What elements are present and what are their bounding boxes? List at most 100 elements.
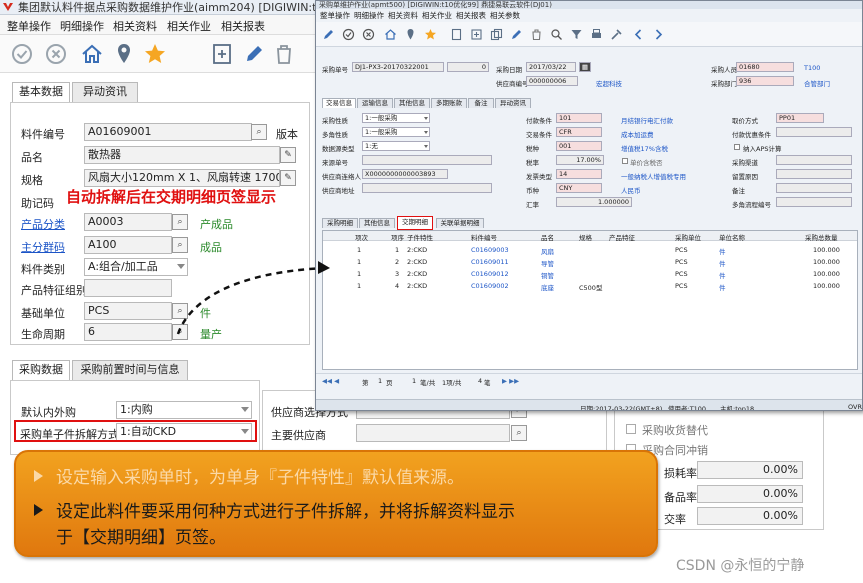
- cancel-icon[interactable]: [44, 42, 68, 66]
- search-icon[interactable]: [550, 28, 563, 41]
- cancel-icon[interactable]: [362, 28, 375, 41]
- group-field[interactable]: A100: [84, 236, 172, 254]
- edit-icon[interactable]: [242, 42, 266, 66]
- po-currency-field[interactable]: CNY: [556, 183, 602, 193]
- pin-icon[interactable]: [112, 42, 136, 66]
- po-hold-field[interactable]: [776, 169, 852, 179]
- po-source-type-select[interactable]: 1:无: [362, 141, 430, 151]
- tab-change-info[interactable]: 异动资讯: [72, 82, 138, 102]
- po-multi-select[interactable]: 1:一般采购: [362, 127, 430, 137]
- delete-icon[interactable]: [272, 42, 296, 66]
- item-no-lookup-icon[interactable]: ⌕: [251, 124, 267, 140]
- edit-icon[interactable]: [510, 28, 523, 41]
- pin-icon[interactable]: [404, 28, 417, 41]
- filter-icon[interactable]: [570, 28, 583, 41]
- category-lookup-icon[interactable]: ⌕: [172, 214, 188, 230]
- unit-lookup-icon[interactable]: ⌕: [172, 303, 188, 319]
- po-seq-field[interactable]: 0: [447, 62, 489, 72]
- po-menu-item[interactable]: 相关参数: [490, 10, 520, 21]
- tab-basic-data[interactable]: 基本数据: [12, 82, 70, 103]
- delete-icon[interactable]: [530, 28, 543, 41]
- home-icon[interactable]: [384, 28, 397, 41]
- po-tab-multi-period[interactable]: 多期账款: [431, 98, 467, 108]
- home-icon[interactable]: [80, 42, 104, 66]
- po-exchange-field[interactable]: 1.000000: [556, 197, 632, 207]
- po-menu-item[interactable]: 整单操作: [320, 10, 350, 21]
- tab-purchase-lead-time[interactable]: 采购前置时间与信息: [72, 360, 188, 380]
- po-tab-change[interactable]: 异动资讯: [495, 98, 531, 108]
- tools-icon[interactable]: [610, 28, 623, 41]
- add-icon[interactable]: [210, 42, 234, 66]
- po-date-field[interactable]: 2017/03/22: [526, 62, 576, 72]
- menu-item-related-jobs[interactable]: 相关作业: [167, 18, 211, 34]
- po-invoice-field[interactable]: 14: [556, 169, 602, 179]
- po-contact-field[interactable]: X0000000000003893: [362, 169, 448, 179]
- category-label[interactable]: 产品分类: [21, 216, 65, 232]
- table-row[interactable]: 1 1 2:CKD C01609003 风扇 PCS 件 100.000: [323, 244, 857, 256]
- category-field[interactable]: A0003: [84, 213, 172, 231]
- po-nature-select[interactable]: 1:一般采购: [362, 113, 430, 123]
- po-tax-field[interactable]: 001: [556, 141, 602, 151]
- edit-icon[interactable]: [322, 28, 335, 41]
- table-row[interactable]: 1 2 2:CKD C01609011 导管 PCS 件 100.000: [323, 256, 857, 268]
- po-supplier-field[interactable]: 000000006: [526, 76, 578, 86]
- po-tax-rate-field[interactable]: 17.00%: [556, 155, 604, 165]
- next-icon[interactable]: [652, 28, 665, 41]
- tab-purchase-data[interactable]: 采购数据: [12, 360, 70, 381]
- po-multi-flow-field[interactable]: [776, 197, 852, 207]
- name-translate-icon[interactable]: ✎: [280, 147, 296, 163]
- unit-field[interactable]: PCS: [84, 302, 172, 320]
- po-tab-transport[interactable]: 运输信息: [357, 98, 393, 108]
- group-label[interactable]: 主分群码: [21, 239, 65, 255]
- check-icon[interactable]: [10, 42, 34, 66]
- spec-field[interactable]: 风扇大小120mm X 1、风扇转速 1700rpm: [84, 169, 280, 187]
- menu-item-related-reports[interactable]: 相关报表: [221, 18, 265, 34]
- delivery-rate-field[interactable]: 0.00%: [697, 507, 803, 525]
- first-page-icon[interactable]: ◀◀ ◀: [322, 377, 339, 385]
- loss-rate-field[interactable]: 0.00%: [697, 461, 803, 479]
- po-tab-other-info[interactable]: 其他信息: [359, 218, 395, 228]
- item-no-field[interactable]: A01609001: [84, 123, 252, 141]
- po-no-field[interactable]: DJ1-PX3-20170322001: [352, 62, 444, 72]
- star-icon[interactable]: [424, 28, 437, 41]
- main-supplier-lookup-icon[interactable]: ⌕: [511, 425, 527, 441]
- menu-item-order-ops[interactable]: 整单操作: [7, 18, 51, 34]
- print-icon[interactable]: [590, 28, 603, 41]
- table-row[interactable]: 1 3 2:CKD C01609012 铜管 PCS 件 100.000: [323, 268, 857, 280]
- po-tab-delivery-detail[interactable]: 交期明细: [397, 216, 433, 230]
- po-menu-item[interactable]: 明细操作: [354, 10, 384, 21]
- po-aps-checkbox[interactable]: [734, 144, 740, 150]
- po-payment-field[interactable]: 101: [556, 113, 602, 123]
- menu-item-detail-ops[interactable]: 明细操作: [60, 18, 104, 34]
- group-lookup-icon[interactable]: ⌕: [172, 237, 188, 253]
- lifecycle-field[interactable]: 6: [84, 323, 172, 341]
- menu-item-related-data[interactable]: 相关资料: [113, 18, 157, 34]
- table-row[interactable]: 1 4 2:CKD C01609002 底座 C500型 PCS 件 100.000: [323, 280, 857, 292]
- po-dept-field[interactable]: 936: [736, 76, 794, 86]
- po-address-field[interactable]: [362, 183, 492, 193]
- po-menu-item[interactable]: 相关资料: [388, 10, 418, 21]
- po-tab-po-detail[interactable]: 采购明细: [322, 218, 358, 228]
- add-icon[interactable]: [470, 28, 483, 41]
- po-menu-item[interactable]: 相关报表: [456, 10, 486, 21]
- po-buyer-field[interactable]: 01680: [736, 62, 794, 72]
- main-supplier-field[interactable]: [356, 424, 510, 442]
- type-select[interactable]: A:组合/加工品: [84, 258, 188, 276]
- po-remark-field[interactable]: [776, 183, 852, 193]
- document-icon[interactable]: [450, 28, 463, 41]
- po-discount-field[interactable]: [776, 127, 852, 137]
- po-tab-other[interactable]: 其他信息: [394, 98, 430, 108]
- receipt-substitute-checkbox[interactable]: [626, 424, 636, 434]
- po-pricing-field[interactable]: PP01: [776, 113, 824, 123]
- name-field[interactable]: 散热器: [84, 146, 280, 164]
- last-page-icon[interactable]: ▶ ▶▶: [502, 377, 519, 385]
- feature-group-field[interactable]: [84, 279, 172, 297]
- spec-translate-icon[interactable]: ✎: [280, 170, 296, 186]
- po-tab-trade[interactable]: 交易信息: [322, 98, 356, 108]
- lifecycle-lookup-icon[interactable]: ⌕: [172, 324, 188, 340]
- inout-select[interactable]: 1:内购: [116, 401, 252, 419]
- po-tax-included-checkbox[interactable]: [622, 158, 628, 164]
- spare-rate-field[interactable]: 0.00%: [697, 485, 803, 503]
- po-source-no-field[interactable]: [362, 155, 492, 165]
- star-icon[interactable]: [143, 42, 167, 66]
